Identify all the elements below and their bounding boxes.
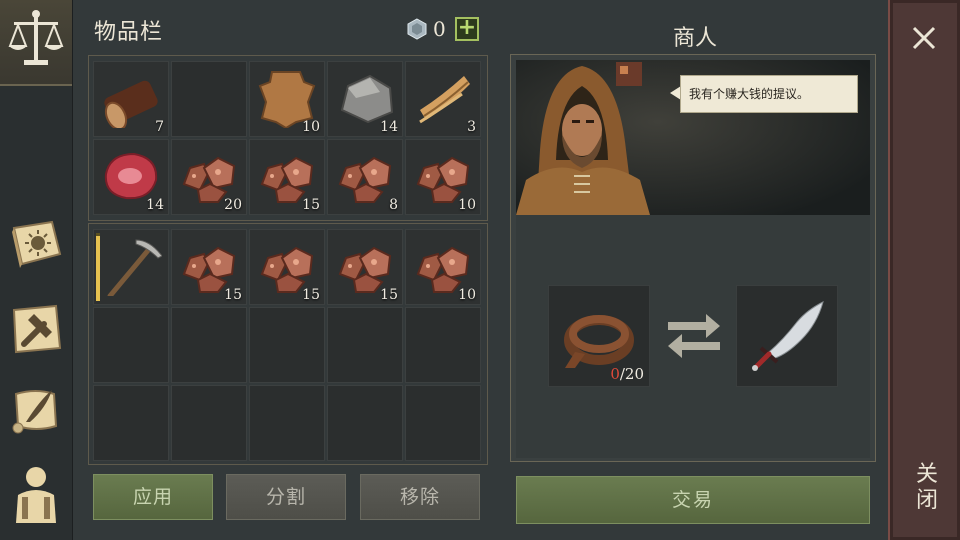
silver-gem-icon	[407, 18, 427, 40]
bag-grid: 7 10 14 3 14 20 15 8 10	[93, 61, 481, 215]
add-currency-button[interactable]: +	[455, 17, 479, 41]
inventory-slot[interactable]	[93, 307, 169, 383]
trade-button[interactable]: 交易	[516, 476, 870, 524]
leather-strap-icon	[564, 315, 634, 368]
inventory-slot[interactable]: 15	[249, 139, 325, 215]
scimitar-icon	[752, 301, 824, 371]
inventory-slot[interactable]: 20	[171, 139, 247, 215]
inventory-slot[interactable]	[327, 307, 403, 383]
inventory-slot[interactable]: 10	[405, 139, 481, 215]
inventory-slot[interactable]: 15	[249, 229, 325, 305]
quests-tab[interactable]	[0, 372, 72, 448]
item-quantity: 14	[146, 197, 164, 213]
inventory-slot[interactable]	[171, 307, 247, 383]
inventory-slot[interactable]	[327, 385, 403, 461]
item-quantity: 10	[458, 197, 476, 213]
log-icon	[104, 80, 158, 128]
give-have-count: 0	[610, 365, 620, 383]
inventory-slot[interactable]: 10	[249, 61, 325, 137]
scales-icon	[8, 10, 64, 65]
item-quantity: 10	[458, 287, 476, 303]
inventory-slot[interactable]	[171, 61, 247, 137]
exchange-arrows-icon	[668, 314, 720, 358]
close-panel[interactable]: 关闭	[888, 0, 960, 540]
inventory-slot[interactable]: 14	[93, 139, 169, 215]
journal-tab[interactable]	[0, 206, 72, 282]
inventory-slot[interactable]	[405, 307, 481, 383]
inventory-slot[interactable]: 3	[405, 61, 481, 137]
item-quantity: 15	[380, 287, 398, 303]
remove-button[interactable]: 移除	[360, 474, 480, 520]
inventory-slot[interactable]: 10	[405, 229, 481, 305]
currency-amount: 0	[433, 17, 446, 41]
side-nav	[0, 0, 73, 540]
close-icon[interactable]	[906, 20, 942, 56]
scroll-quill-icon	[12, 390, 58, 434]
trade-receive-slot[interactable]	[736, 285, 838, 387]
give-need-count: /20	[619, 365, 644, 383]
inventory-slot[interactable]: 14	[327, 61, 403, 137]
inventory-slot[interactable]: 15	[171, 229, 247, 305]
inventory-slot[interactable]	[405, 385, 481, 461]
inventory-slot[interactable]	[171, 385, 247, 461]
close-label: 关闭	[915, 462, 938, 513]
item-quantity: 10	[302, 119, 320, 135]
inventory-slot[interactable]	[93, 385, 169, 461]
inventory-slot[interactable]	[93, 229, 169, 305]
trade-give-slot[interactable]: 0/20	[548, 285, 650, 387]
merchant-title: 商人	[672, 26, 717, 51]
item-quantity: 14	[380, 119, 398, 135]
character-icon	[16, 467, 56, 523]
inventory-slot[interactable]: 7	[93, 61, 169, 137]
sun-book-icon	[12, 220, 62, 268]
apply-button[interactable]: 应用	[93, 474, 213, 520]
inventory-slot[interactable]: 15	[327, 229, 403, 305]
split-button[interactable]: 分割	[226, 474, 346, 520]
inventory-slot[interactable]	[249, 385, 325, 461]
item-quantity: 20	[224, 197, 242, 213]
pickaxe-icon	[107, 239, 162, 296]
item-quantity: 15	[302, 287, 320, 303]
inventory-slot[interactable]	[249, 307, 325, 383]
fiber-icon	[419, 76, 470, 124]
item-quantity: 15	[224, 287, 242, 303]
trade-give-count: 0/20	[610, 365, 644, 383]
hammer-map-icon	[12, 304, 62, 354]
crafting-tab[interactable]	[0, 290, 72, 366]
inventory-slot[interactable]: 8	[327, 139, 403, 215]
item-quantity: 8	[389, 197, 398, 213]
item-quantity: 7	[155, 119, 164, 135]
trade-tab[interactable]	[0, 0, 72, 86]
item-quantity: 15	[302, 197, 320, 213]
copper-ore-icon	[338, 156, 392, 203]
merchant-speech: 我有个赚大钱的提议。	[680, 75, 858, 113]
item-quantity: 3	[467, 119, 476, 135]
character-tab[interactable]	[0, 456, 72, 532]
inventory-title: 物品栏	[94, 20, 164, 45]
pack-grid: 15 15 15 10	[93, 229, 481, 461]
